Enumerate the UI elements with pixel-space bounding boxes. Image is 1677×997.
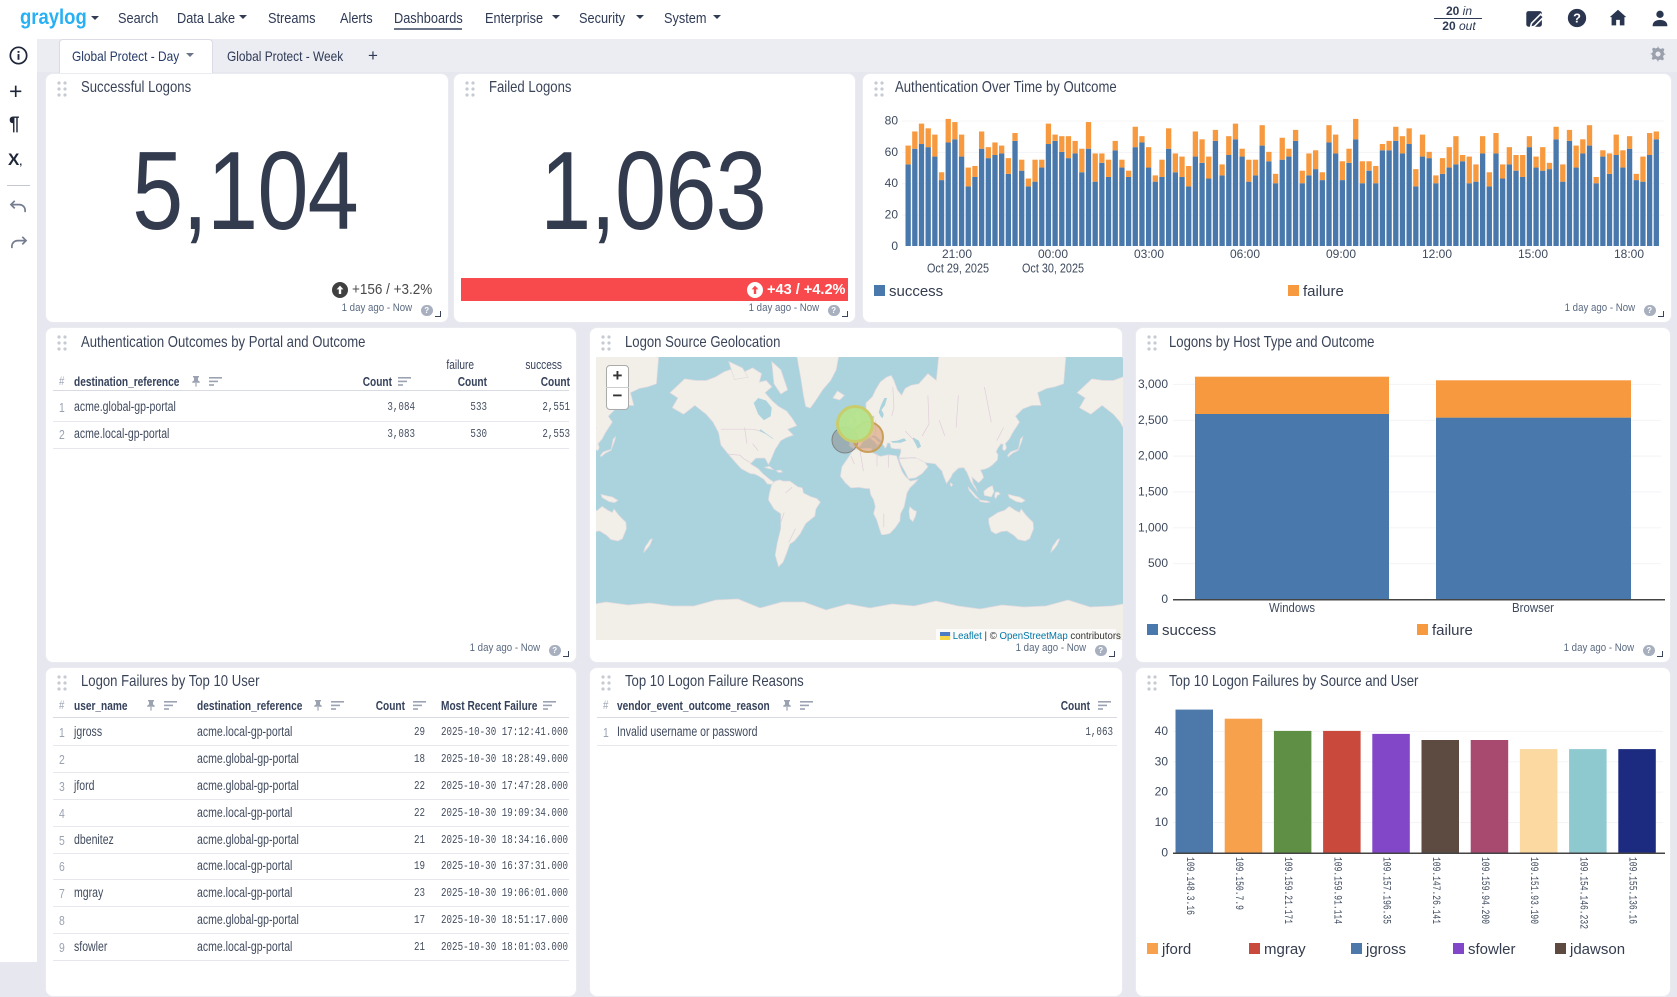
svg-text:Oct 29, 2025: Oct 29, 2025 [927,262,989,276]
svg-text:1,500: 1,500 [1138,484,1168,498]
svg-text:109.157.196.35: 109.157.196.35 [1380,857,1392,924]
svg-text:Windows: Windows [1269,601,1315,615]
svg-text:109.151.93.190: 109.151.93.190 [1527,857,1539,924]
svg-text:40: 40 [885,176,899,190]
svg-text:1,000: 1,000 [1138,520,1168,534]
svg-text:2,500: 2,500 [1138,413,1168,427]
svg-text:0: 0 [1161,846,1168,860]
svg-text:2,000: 2,000 [1138,449,1168,463]
svg-text:15:00: 15:00 [1518,247,1548,261]
svg-text:109.155.136.16: 109.155.136.16 [1626,857,1638,924]
svg-text:21:00: 21:00 [942,247,972,261]
svg-text:09:00: 09:00 [1326,247,1356,261]
svg-text:12:00: 12:00 [1422,247,1452,261]
svg-text:06:00: 06:00 [1230,247,1260,261]
svg-text:109.154.146.232: 109.154.146.232 [1576,857,1588,929]
svg-text:109.159.21.171: 109.159.21.171 [1281,857,1293,924]
svg-text:109.159.91.114: 109.159.91.114 [1330,857,1342,924]
svg-text:20: 20 [885,208,899,222]
svg-text:109.147.26.141: 109.147.26.141 [1429,857,1441,924]
svg-text:10: 10 [1155,815,1169,829]
svg-text:60: 60 [885,145,899,159]
svg-text:80: 80 [885,114,899,128]
svg-text:40: 40 [1155,724,1169,738]
svg-text:109.148.3.16: 109.148.3.16 [1183,857,1195,915]
svg-text:20: 20 [1155,785,1169,799]
svg-text:Browser: Browser [1512,601,1554,615]
svg-text:18:00: 18:00 [1614,247,1644,261]
svg-text:0: 0 [1161,592,1168,606]
svg-text:03:00: 03:00 [1134,247,1164,261]
svg-text:30: 30 [1155,754,1169,768]
svg-text:109.150.7.9: 109.150.7.9 [1232,857,1244,910]
svg-text:500: 500 [1148,556,1168,570]
svg-text:109.159.94.200: 109.159.94.200 [1478,857,1490,924]
svg-text:?: ? [1573,11,1581,26]
svg-text:3,000: 3,000 [1138,377,1168,391]
svg-text:Oct 30, 2025: Oct 30, 2025 [1022,262,1084,276]
svg-text:00:00: 00:00 [1038,247,1068,261]
svg-text:0: 0 [891,239,898,253]
